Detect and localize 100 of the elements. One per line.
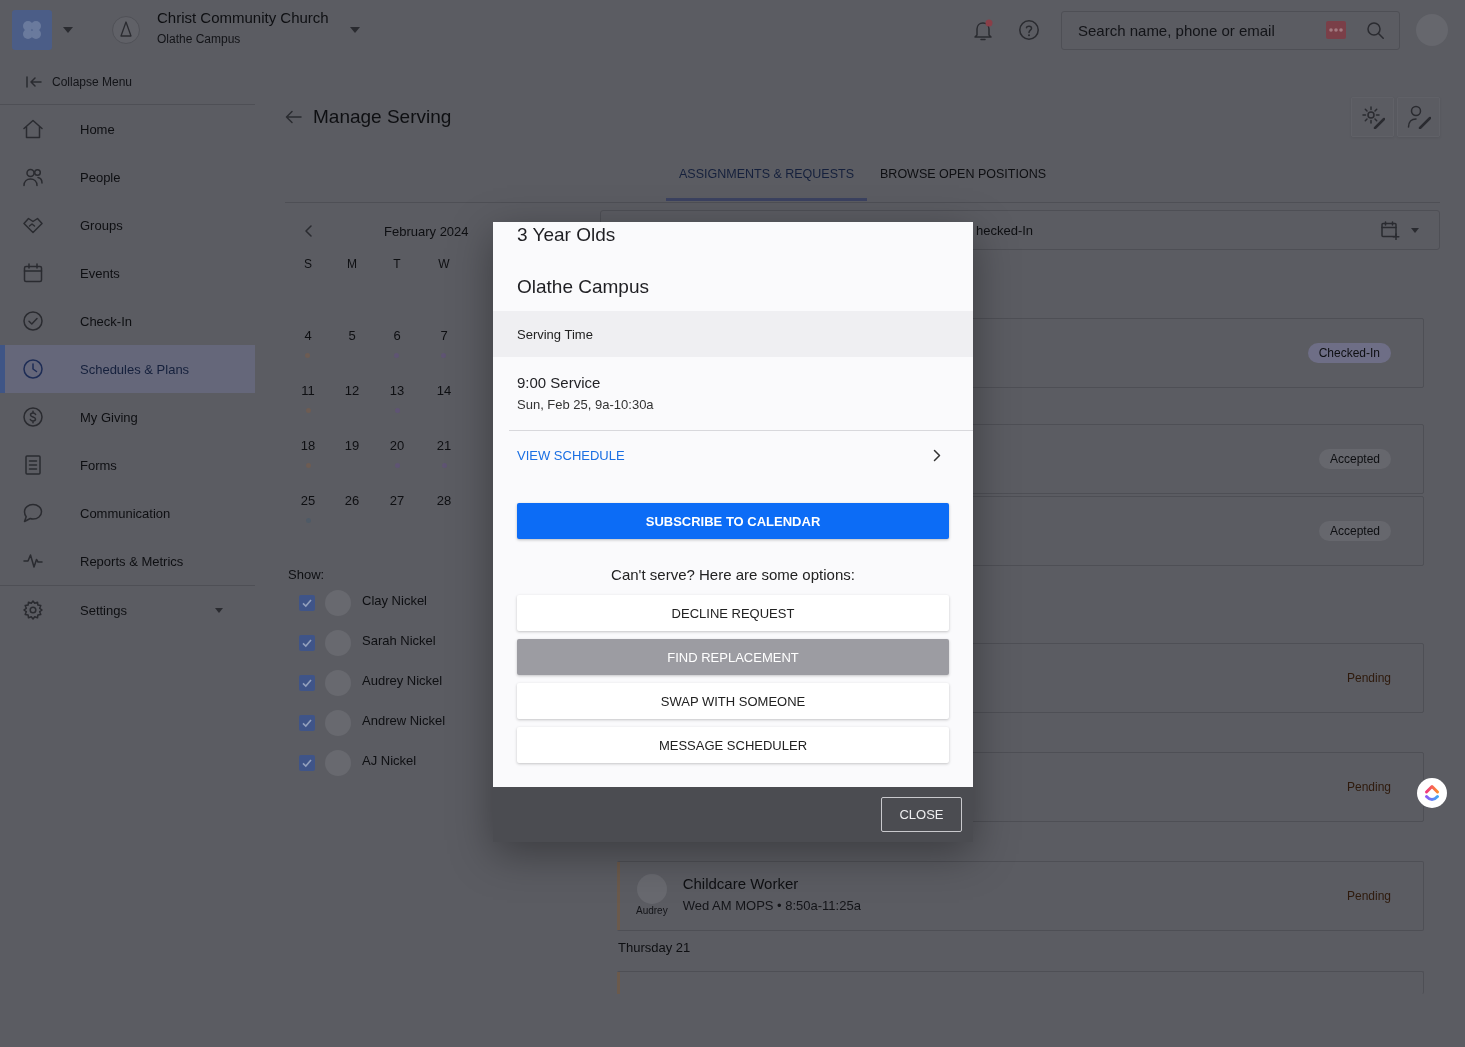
pulse-icon bbox=[23, 551, 43, 571]
search-field[interactable]: Search name, phone or email bbox=[1061, 10, 1400, 50]
collapse-menu-button[interactable]: Collapse Menu bbox=[26, 75, 133, 89]
calendar-day[interactable]: 26 bbox=[344, 493, 360, 523]
calendar-day[interactable]: 19 bbox=[344, 438, 360, 468]
nav-item[interactable]: Events bbox=[0, 249, 255, 297]
calendar-day[interactable]: 18 bbox=[300, 438, 316, 468]
calendar-day[interactable]: 12 bbox=[344, 383, 360, 413]
person-pencil-icon bbox=[1406, 105, 1431, 129]
calendar-day[interactable]: 5 bbox=[348, 328, 356, 358]
status-label: Pending bbox=[1346, 780, 1391, 794]
back-arrow-icon[interactable] bbox=[285, 110, 302, 124]
gear-pencil-icon bbox=[1360, 105, 1385, 129]
status-label: Accepted bbox=[1318, 449, 1391, 469]
option-button[interactable]: SWAP WITH SOMEONE bbox=[517, 683, 949, 719]
tab[interactable]: BROWSE OPEN POSITIONS bbox=[867, 150, 1059, 201]
nav-item[interactable]: Reports & Metrics bbox=[0, 537, 255, 585]
role-title: Childcare Worker bbox=[682, 875, 800, 893]
filter-text: hecked-In bbox=[976, 222, 1034, 238]
status-label: Pending bbox=[1346, 889, 1391, 903]
bell-icon[interactable] bbox=[973, 19, 993, 41]
section-header: Serving Time bbox=[493, 311, 973, 357]
check-circle-icon bbox=[23, 311, 43, 331]
assignment-card[interactable]: Audrey Childcare Worker Wed AM MOPS • 8:50a-11:25a Pending bbox=[617, 861, 1424, 931]
checkbox[interactable] bbox=[299, 595, 315, 611]
nav-item[interactable]: Home bbox=[0, 105, 255, 153]
checkbox[interactable] bbox=[299, 715, 315, 731]
caret-down-icon bbox=[215, 607, 223, 613]
chevron-right-icon[interactable] bbox=[933, 448, 941, 462]
calendar-day[interactable]: 20 bbox=[389, 438, 405, 468]
subscribe-button[interactable]: SUBSCRIBE TO CALENDAR bbox=[517, 503, 949, 539]
person-name: AJ Nickel bbox=[362, 752, 417, 768]
dollar-icon bbox=[23, 407, 43, 427]
search-icon[interactable] bbox=[1367, 21, 1384, 39]
people-icon bbox=[23, 167, 43, 187]
options-prompt: Can't serve? Here are some options: bbox=[611, 565, 855, 585]
caret-down-icon[interactable] bbox=[63, 27, 73, 33]
calendar-day[interactable]: 13 bbox=[389, 383, 405, 413]
ellipsis-icon[interactable] bbox=[1326, 21, 1346, 39]
status-label: Checked-In bbox=[1307, 343, 1391, 363]
service-detail: Wed AM MOPS • 8:50a-11:25a bbox=[682, 898, 861, 914]
help-icon[interactable] bbox=[1019, 20, 1039, 40]
nav-item[interactable]: Settings bbox=[0, 585, 255, 634]
calendar-day[interactable]: 7 bbox=[440, 328, 448, 358]
nav-item[interactable]: People bbox=[0, 153, 255, 201]
close-button[interactable]: CLOSE bbox=[881, 797, 962, 832]
caret-down-icon[interactable] bbox=[350, 27, 360, 33]
nav-item[interactable]: Forms bbox=[0, 441, 255, 489]
weekday-label: M bbox=[347, 257, 357, 271]
app-logo-icon[interactable] bbox=[12, 10, 52, 50]
option-button[interactable]: MESSAGE SCHEDULER bbox=[517, 727, 949, 763]
assignment-card[interactable] bbox=[617, 971, 1424, 994]
person-name: Audrey Nickel bbox=[362, 672, 443, 688]
nav-item[interactable]: Communication bbox=[0, 489, 255, 537]
dialog-title: 3 Year Olds bbox=[517, 223, 616, 247]
campus-name: Olathe Campus bbox=[157, 32, 241, 46]
nav-item[interactable]: Schedules & Plans bbox=[0, 345, 255, 393]
calendar-icon bbox=[23, 263, 43, 283]
handshake-icon bbox=[23, 215, 43, 235]
service-name: 9:00 Service bbox=[517, 373, 601, 393]
calendar-day[interactable]: 11 bbox=[301, 383, 315, 413]
person-name: Sarah Nickel bbox=[362, 632, 436, 648]
chevron-logo-icon[interactable] bbox=[1417, 778, 1447, 808]
chevron-left-icon[interactable] bbox=[305, 225, 312, 237]
option-button[interactable]: DECLINE REQUEST bbox=[517, 595, 949, 631]
calendar-day[interactable]: 28 bbox=[436, 493, 452, 523]
day-heading: Thursday 21 bbox=[618, 940, 691, 956]
service-time: Sun, Feb 25, 9a-10:30a bbox=[517, 396, 654, 414]
page-title: Manage Serving bbox=[313, 106, 452, 128]
checkbox[interactable] bbox=[299, 675, 315, 691]
campus-name: Olathe Campus bbox=[517, 275, 649, 299]
weekday-label: S bbox=[304, 257, 312, 271]
calendar-day[interactable]: 21 bbox=[436, 438, 452, 468]
show-label: Show: bbox=[287, 567, 325, 583]
nav-item[interactable]: Groups bbox=[0, 201, 255, 249]
month-label: February 2024 bbox=[384, 223, 469, 239]
calendar-day[interactable]: 27 bbox=[389, 493, 405, 523]
weekday-label: W bbox=[438, 257, 450, 271]
gear-icon bbox=[23, 600, 43, 620]
clock-icon bbox=[23, 359, 43, 379]
checkbox[interactable] bbox=[299, 755, 315, 771]
church-logo-icon bbox=[112, 16, 140, 44]
home-icon bbox=[23, 119, 43, 139]
nav-item[interactable]: My Giving bbox=[0, 393, 255, 441]
calendar-plus-icon[interactable] bbox=[1381, 220, 1400, 240]
calendar-day[interactable]: 25 bbox=[300, 493, 316, 523]
caret-down-icon[interactable] bbox=[1411, 227, 1419, 233]
checkbox[interactable] bbox=[299, 635, 315, 651]
nav-item[interactable]: Check-In bbox=[0, 297, 255, 345]
person-name: Andrew Nickel bbox=[362, 712, 446, 728]
calendar-day[interactable]: 6 bbox=[393, 328, 401, 358]
org-name: Christ Community Church bbox=[157, 9, 329, 27]
person-edit-button[interactable] bbox=[1397, 97, 1440, 137]
status-label: Pending bbox=[1346, 671, 1391, 685]
tab[interactable]: ASSIGNMENTS & REQUESTS bbox=[666, 150, 867, 201]
person-name: Clay Nickel bbox=[362, 592, 427, 608]
gear-edit-button[interactable] bbox=[1351, 97, 1394, 137]
calendar-day[interactable]: 14 bbox=[436, 383, 452, 413]
calendar-day[interactable]: 4 bbox=[304, 328, 312, 358]
avatar-caption: Audrey bbox=[636, 905, 668, 916]
